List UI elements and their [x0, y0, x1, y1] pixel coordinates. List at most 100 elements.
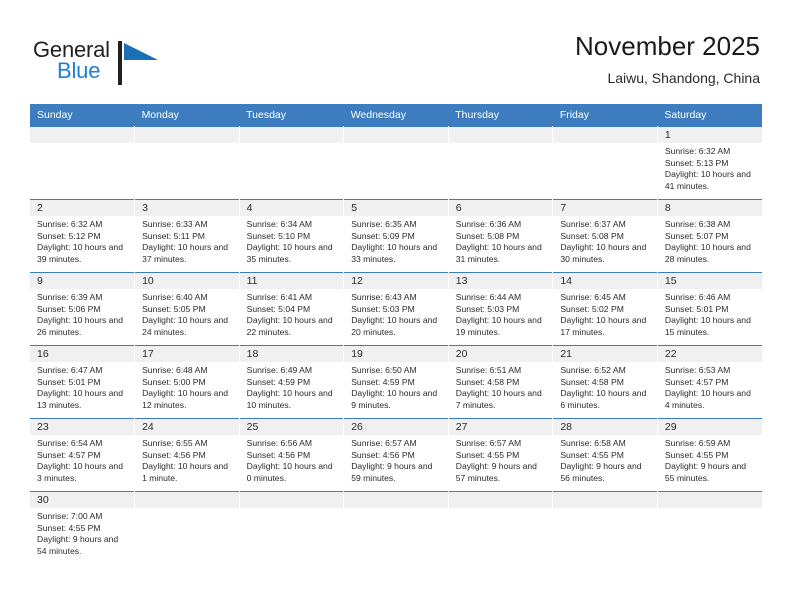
day-number: 6	[448, 200, 553, 216]
sunrise-text: Sunrise: 6:40 AM	[142, 292, 208, 302]
calendar-day-cell[interactable]: 8 Sunrise: 6:38 AM Sunset: 5:07 PM Daylight…	[657, 199, 762, 273]
calendar-day-cell[interactable]: 14 Sunrise: 6:45 AM Sunset: 5:02 PM Dayligh…	[552, 272, 658, 346]
calendar-day-cell[interactable]: 23 Sunrise: 6:54 AM Sunset: 4:57 PM Dayligh…	[30, 418, 136, 492]
day-number: 20	[448, 346, 553, 362]
daylight-text: Daylight: 10 hours and 0 minutes.	[246, 461, 333, 483]
calendar-body: 1 Sunrise: 6:32 AM Sunset: 5:13 PM Daylight…	[30, 126, 762, 565]
sunrise-text: Sunrise: 6:47 AM	[37, 365, 103, 375]
sunset-text: Sunset: 4:59 PM	[246, 376, 311, 387]
sunrise-text: Sunrise: 6:44 AM	[455, 292, 522, 302]
sunset-text: Sunset: 4:59 PM	[351, 376, 415, 387]
sunset-text: Sunset: 5:00 PM	[142, 376, 206, 387]
daylight-text: Daylight: 10 hours and 22 minutes.	[246, 315, 333, 337]
calendar-day-cell-empty	[134, 126, 240, 200]
sunset-text: Sunset: 4:55 PM	[37, 522, 101, 533]
day-number: 15	[657, 273, 762, 289]
calendar-day-cell[interactable]: 28 Sunrise: 6:58 AM Sunset: 4:55 PM Dayligh…	[552, 418, 658, 492]
day-number: 25	[239, 419, 344, 435]
general-blue-logo[interactable]: General Blue	[33, 38, 213, 92]
day-details: Sunrise: 6:52 AM Sunset: 4:58 PM Daylight:…	[553, 362, 657, 411]
daylight-text: Daylight: 10 hours and 28 minutes.	[664, 242, 751, 264]
day-details: Sunrise: 6:57 AM Sunset: 4:55 PM Daylight:…	[449, 435, 553, 484]
calendar-day-cell[interactable]: 12 Sunrise: 6:43 AM Sunset: 5:03 PM Dayligh…	[343, 272, 449, 346]
calendar-day-cell[interactable]: 16 Sunrise: 6:47 AM Sunset: 5:01 PM Dayligh…	[30, 345, 136, 419]
daylight-text: Daylight: 10 hours and 7 minutes.	[455, 388, 542, 410]
weekday-header-row: Sunday Monday Tuesday Wednesday Thursday Frid…	[30, 104, 762, 127]
day-number: 14	[553, 273, 657, 289]
calendar-day-cell[interactable]: 9 Sunrise: 6:39 AM Sunset: 5:06 PM Daylight…	[30, 272, 136, 346]
calendar-day-cell[interactable]: 2 Sunrise: 6:32 AM Sunset: 5:12 PM Daylight…	[30, 199, 136, 273]
calendar-day-cell[interactable]: 17 Sunrise: 6:48 AM Sunset: 5:00 PM Dayligh…	[134, 345, 240, 419]
day-number: 23	[30, 419, 135, 435]
calendar-day-cell-empty	[343, 491, 449, 565]
weekday-header-friday: Friday	[552, 104, 658, 127]
sunrise-sunset-calendar: Sunday Monday Tuesday Wednesday Thursday Frid…	[30, 104, 762, 565]
day-number	[553, 127, 657, 143]
day-number	[30, 127, 135, 143]
calendar-week-row: 9 Sunrise: 6:39 AM Sunset: 5:06 PM Daylight…	[30, 272, 762, 346]
calendar-day-cell[interactable]: 19 Sunrise: 6:50 AM Sunset: 4:59 PM Dayligh…	[343, 345, 449, 419]
sunset-text: Sunset: 5:04 PM	[246, 303, 311, 314]
calendar-day-cell[interactable]: 3 Sunrise: 6:33 AM Sunset: 5:11 PM Daylight…	[134, 199, 240, 273]
sunrise-text: Sunrise: 6:54 AM	[37, 438, 103, 448]
calendar-week-row: 30 Sunrise: 7:00 AM Sunset: 4:55 PM Dayligh…	[30, 491, 762, 565]
sunset-text: Sunset: 5:08 PM	[455, 230, 520, 241]
day-details: Sunrise: 6:32 AM Sunset: 5:12 PM Daylight:…	[30, 216, 134, 265]
sunset-text: Sunset: 5:13 PM	[664, 157, 729, 168]
daylight-text: Daylight: 9 hours and 54 minutes.	[37, 534, 119, 556]
daylight-text: Daylight: 10 hours and 31 minutes.	[455, 242, 542, 264]
sunrise-text: Sunrise: 6:56 AM	[246, 438, 313, 448]
calendar-day-cell[interactable]: 20 Sunrise: 6:51 AM Sunset: 4:58 PM Dayligh…	[448, 345, 554, 419]
calendar-day-cell[interactable]: 15 Sunrise: 6:46 AM Sunset: 5:01 PM Dayligh…	[657, 272, 762, 346]
sunset-text: Sunset: 4:55 PM	[664, 449, 729, 460]
calendar-day-cell[interactable]: 7 Sunrise: 6:37 AM Sunset: 5:08 PM Daylight…	[552, 199, 658, 273]
day-number	[239, 127, 344, 143]
day-number: 13	[448, 273, 553, 289]
day-number: 10	[135, 273, 239, 289]
calendar-day-cell[interactable]: 1 Sunrise: 6:32 AM Sunset: 5:13 PM Daylight…	[657, 126, 762, 200]
calendar-day-cell[interactable]: 4 Sunrise: 6:34 AM Sunset: 5:10 PM Daylight…	[239, 199, 345, 273]
sunrise-text: Sunrise: 6:34 AM	[246, 219, 313, 229]
weekday-header-thursday: Thursday	[448, 104, 553, 127]
day-number: 18	[239, 346, 344, 362]
calendar-day-cell[interactable]: 6 Sunrise: 6:36 AM Sunset: 5:08 PM Daylight…	[448, 199, 554, 273]
day-details: Sunrise: 6:59 AM Sunset: 4:55 PM Daylight:…	[658, 435, 762, 484]
day-number	[448, 492, 553, 508]
calendar-day-cell[interactable]: 26 Sunrise: 6:57 AM Sunset: 4:56 PM Dayligh…	[343, 418, 449, 492]
calendar-day-cell[interactable]: 10 Sunrise: 6:40 AM Sunset: 5:05 PM Dayligh…	[134, 272, 240, 346]
sunrise-text: Sunrise: 6:33 AM	[142, 219, 208, 229]
calendar-day-cell-empty	[657, 491, 762, 565]
calendar-day-cell[interactable]: 5 Sunrise: 6:35 AM Sunset: 5:09 PM Daylight…	[343, 199, 449, 273]
day-number: 22	[657, 346, 762, 362]
sunset-text: Sunset: 5:03 PM	[455, 303, 520, 314]
sunrise-text: Sunrise: 6:57 AM	[351, 438, 417, 448]
calendar-day-cell[interactable]: 25 Sunrise: 6:56 AM Sunset: 4:56 PM Dayligh…	[239, 418, 345, 492]
calendar-day-cell[interactable]: 13 Sunrise: 6:44 AM Sunset: 5:03 PM Dayligh…	[448, 272, 554, 346]
sunrise-text: Sunrise: 6:46 AM	[664, 292, 731, 302]
daylight-text: Daylight: 10 hours and 24 minutes.	[142, 315, 229, 337]
day-details: Sunrise: 6:54 AM Sunset: 4:57 PM Daylight:…	[30, 435, 134, 484]
calendar-day-cell[interactable]: 21 Sunrise: 6:52 AM Sunset: 4:58 PM Dayligh…	[552, 345, 658, 419]
day-number: 1	[657, 127, 762, 143]
calendar-day-cell[interactable]: 11 Sunrise: 6:41 AM Sunset: 5:04 PM Dayligh…	[239, 272, 345, 346]
day-number: 3	[135, 200, 239, 216]
calendar-day-cell[interactable]: 22 Sunrise: 6:53 AM Sunset: 4:57 PM Dayligh…	[657, 345, 762, 419]
day-number: 9	[30, 273, 135, 289]
day-number: 11	[239, 273, 344, 289]
daylight-text: Daylight: 9 hours and 57 minutes.	[455, 461, 537, 483]
sunrise-text: Sunrise: 6:39 AM	[37, 292, 103, 302]
title-block: November 2025 Laiwu, Shandong, China	[575, 30, 760, 88]
calendar-day-cell[interactable]: 27 Sunrise: 6:57 AM Sunset: 4:55 PM Dayligh…	[448, 418, 554, 492]
day-details: Sunrise: 6:51 AM Sunset: 4:58 PM Daylight:…	[449, 362, 553, 411]
calendar-day-cell[interactable]: 18 Sunrise: 6:49 AM Sunset: 4:59 PM Dayligh…	[239, 345, 345, 419]
day-number	[657, 492, 762, 508]
day-details: Sunrise: 6:50 AM Sunset: 4:59 PM Daylight:…	[344, 362, 448, 411]
calendar-day-cell[interactable]: 30 Sunrise: 7:00 AM Sunset: 4:55 PM Dayligh…	[30, 491, 136, 565]
calendar-week-row: 23 Sunrise: 6:54 AM Sunset: 4:57 PM Dayligh…	[30, 418, 762, 492]
day-details: Sunrise: 6:46 AM Sunset: 5:01 PM Daylight:…	[658, 289, 762, 338]
day-number	[448, 127, 553, 143]
calendar-day-cell[interactable]: 24 Sunrise: 6:55 AM Sunset: 4:56 PM Dayligh…	[134, 418, 240, 492]
sunrise-text: Sunrise: 6:36 AM	[455, 219, 522, 229]
day-details: Sunrise: 6:38 AM Sunset: 5:07 PM Daylight:…	[658, 216, 762, 265]
calendar-day-cell[interactable]: 29 Sunrise: 6:59 AM Sunset: 4:55 PM Dayligh…	[657, 418, 762, 492]
